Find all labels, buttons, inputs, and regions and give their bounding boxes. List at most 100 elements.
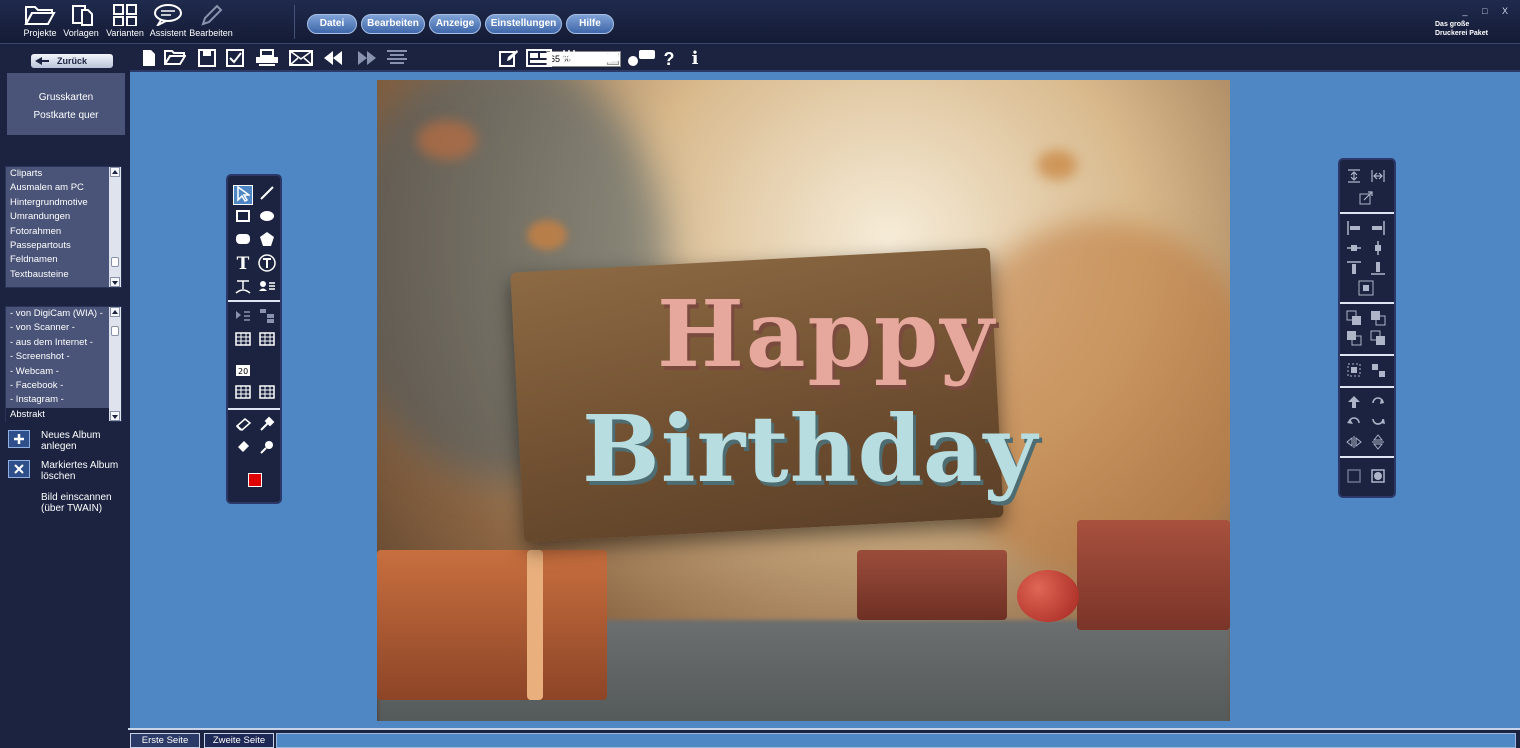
- list-item[interactable]: Ausmalen am PC: [6, 181, 110, 195]
- chat-user-icon[interactable]: [626, 49, 656, 69]
- shadow-on-icon[interactable]: [1368, 468, 1388, 488]
- checklist-icon[interactable]: [224, 49, 246, 69]
- list-item[interactable]: - aus dem Internet -: [6, 336, 110, 350]
- pointer-tool-icon[interactable]: [233, 185, 253, 205]
- ruler-icon[interactable]: [586, 49, 620, 69]
- rotate-right-icon[interactable]: [1368, 394, 1388, 414]
- menu-datei[interactable]: Datei: [307, 14, 357, 34]
- list-item[interactable]: Hintergrundmotive: [6, 196, 110, 210]
- back-button[interactable]: Zurück: [31, 54, 113, 68]
- list-item[interactable]: Umrandungen: [6, 210, 110, 224]
- menu-hilfe[interactable]: Hilfe: [566, 14, 614, 34]
- edit-icon[interactable]: [498, 49, 520, 69]
- mode-varianten[interactable]: Varianten: [103, 2, 147, 44]
- list-item[interactable]: Textbausteine: [6, 268, 110, 282]
- mode-assistent[interactable]: Assistent: [146, 2, 190, 44]
- rotate-left-icon[interactable]: [1344, 414, 1364, 434]
- next-page-icon[interactable]: [356, 49, 378, 69]
- send-backward-icon[interactable]: [1344, 330, 1364, 350]
- tab-erste-seite[interactable]: Erste Seite: [130, 733, 200, 748]
- bring-forward-icon[interactable]: [1344, 310, 1364, 330]
- new-document-icon[interactable]: [138, 49, 160, 69]
- group-icon[interactable]: [1344, 362, 1364, 382]
- print-icon[interactable]: [254, 49, 280, 69]
- grid-table-tool-icon[interactable]: [233, 384, 253, 404]
- table-tool-icon[interactable]: [233, 331, 253, 351]
- same-height-icon[interactable]: [1344, 168, 1364, 188]
- list-item[interactable]: Feldnamen: [6, 253, 110, 267]
- polygon-tool-icon[interactable]: [257, 231, 277, 251]
- list-item[interactable]: Fotorahmen: [6, 225, 110, 239]
- scroll-up-icon[interactable]: [110, 167, 120, 177]
- scroll-down-icon[interactable]: [110, 277, 120, 287]
- menu-anzeige[interactable]: Anzeige: [429, 14, 481, 34]
- align-right-icon[interactable]: [1368, 220, 1388, 240]
- move-up-icon[interactable]: [1344, 394, 1364, 414]
- tree-tool-icon[interactable]: [257, 308, 277, 328]
- help-icon[interactable]: ?: [658, 49, 680, 69]
- source-scrollbar[interactable]: [109, 307, 121, 421]
- info-icon[interactable]: i: [684, 49, 706, 69]
- mode-bearbeiten[interactable]: Bearbeiten: [189, 2, 233, 44]
- bring-to-front-icon[interactable]: [1368, 310, 1388, 330]
- page-scroll-track[interactable]: [276, 733, 1516, 748]
- canvas-area[interactable]: Happy Birthday T 20: [130, 72, 1520, 728]
- send-to-back-icon[interactable]: [1368, 330, 1388, 350]
- previous-page-icon[interactable]: [322, 49, 344, 69]
- ellipse-tool-icon[interactable]: [257, 208, 277, 228]
- calendar-tool-icon[interactable]: 20: [233, 361, 253, 381]
- list-item[interactable]: Cliparts: [6, 167, 110, 181]
- open-folder-icon[interactable]: [163, 49, 187, 69]
- mode-projekte[interactable]: Projekte: [18, 2, 62, 44]
- grid-table-tool-2-icon[interactable]: [257, 384, 277, 404]
- window-controls[interactable]: _ □ X: [1463, 6, 1514, 16]
- list-tool-icon[interactable]: [233, 308, 253, 328]
- eyedropper-tool-icon[interactable]: [257, 416, 277, 436]
- center-page-icon[interactable]: [1356, 280, 1376, 300]
- table-tool-2-icon[interactable]: [257, 331, 277, 351]
- eraser-tool-icon[interactable]: [233, 416, 253, 436]
- scroll-thumb[interactable]: [111, 257, 119, 267]
- list-item[interactable]: - Instagram -: [6, 393, 110, 407]
- list-item[interactable]: - Facebook -: [6, 379, 110, 393]
- delete-album-button[interactable]: Markiertes Album löschen: [8, 460, 128, 486]
- flip-horizontal-icon[interactable]: [1344, 434, 1364, 454]
- fill-bucket-tool-icon[interactable]: [233, 439, 253, 459]
- layout-icon[interactable]: [526, 49, 552, 69]
- align-center-h-icon[interactable]: [1344, 240, 1364, 260]
- scroll-thumb[interactable]: [111, 326, 119, 336]
- scroll-down-icon[interactable]: [110, 411, 120, 421]
- menu-einstellungen[interactable]: Einstellungen: [485, 14, 562, 34]
- shadow-off-icon[interactable]: [1344, 468, 1364, 488]
- new-album-button[interactable]: Neues Album anlegen: [8, 430, 128, 456]
- curved-text-tool-icon[interactable]: [233, 277, 253, 297]
- clipart-scrollbar[interactable]: [109, 167, 121, 287]
- mode-vorlagen[interactable]: Vorlagen: [59, 2, 103, 44]
- list-item[interactable]: - von Scanner -: [6, 321, 110, 335]
- align-left-icon[interactable]: [1344, 220, 1364, 240]
- color-swatch[interactable]: [245, 470, 265, 490]
- same-size-icon[interactable]: [1356, 190, 1376, 210]
- tab-zweite-seite[interactable]: Zweite Seite: [204, 733, 274, 748]
- grid-toggle-icon[interactable]: [558, 49, 580, 69]
- save-icon[interactable]: [196, 49, 218, 69]
- scan-image-button[interactable]: Bild einscannen (über TWAIN): [8, 492, 128, 518]
- menu-bearbeiten[interactable]: Bearbeiten: [361, 14, 425, 34]
- magnifier-tool-icon[interactable]: [257, 439, 277, 459]
- circle-text-tool-icon[interactable]: [257, 254, 277, 274]
- scroll-up-icon[interactable]: [110, 307, 120, 317]
- email-icon[interactable]: [288, 49, 314, 69]
- list-item[interactable]: Abstrakt: [6, 407, 110, 423]
- align-bottom-icon[interactable]: [1368, 260, 1388, 280]
- list-item[interactable]: - von DigiCam (WIA) -: [6, 307, 110, 321]
- ungroup-icon[interactable]: [1368, 362, 1388, 382]
- flip-vertical-icon[interactable]: [1368, 434, 1388, 454]
- rounded-rect-tool-icon[interactable]: [233, 231, 253, 251]
- rotate-down-icon[interactable]: [1368, 414, 1388, 434]
- list-item[interactable]: Passepartouts: [6, 239, 110, 253]
- align-lines-icon[interactable]: [386, 49, 408, 69]
- rectangle-tool-icon[interactable]: [233, 208, 253, 228]
- same-width-icon[interactable]: [1368, 168, 1388, 188]
- align-top-icon[interactable]: [1344, 260, 1364, 280]
- line-tool-icon[interactable]: [257, 185, 277, 205]
